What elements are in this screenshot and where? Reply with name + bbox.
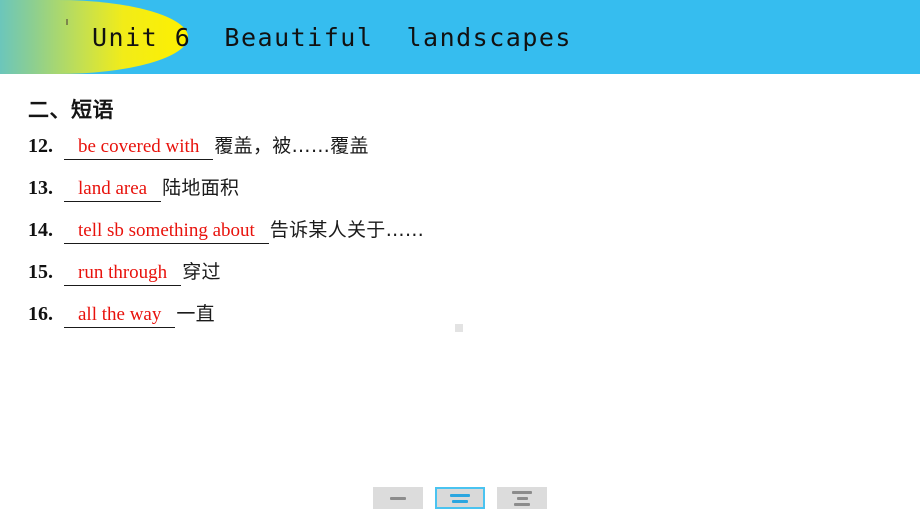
- answer-blank: tell sb something about: [64, 220, 269, 244]
- double-line-icon: [450, 493, 470, 497]
- item-meaning: 告诉某人关于……: [269, 219, 425, 241]
- list-item: 15. run through 穿过: [0, 257, 920, 299]
- page-title: Unit 6 Beautiful landscapes: [92, 22, 572, 52]
- item-meaning: 陆地面积: [162, 177, 240, 199]
- item-number: 14.: [28, 219, 53, 241]
- answer-blank: all the way: [64, 304, 176, 328]
- view-two-lines-button[interactable]: [435, 487, 485, 509]
- answer-blank: land area: [64, 178, 162, 202]
- slide-body: 二、短语 12. be covered with 覆盖，被……覆盖 13. la…: [0, 74, 920, 518]
- phrase-list: 12. be covered with 覆盖，被……覆盖 13. land ar…: [0, 131, 920, 341]
- header-tick-mark: [66, 19, 68, 25]
- triple-line-icon: [514, 502, 530, 506]
- item-number: 16.: [28, 303, 53, 325]
- item-number: 15.: [28, 261, 53, 283]
- answer-blank: run through: [64, 262, 182, 286]
- view-mode-toolbar: [373, 487, 547, 509]
- triple-line-icon: [516, 496, 528, 500]
- single-line-icon: [390, 496, 406, 500]
- item-meaning: 穿过: [182, 261, 221, 283]
- stray-artifact-mark: [455, 324, 463, 332]
- item-number: 12.: [28, 135, 53, 157]
- list-item: 14. tell sb something about 告诉某人关于……: [0, 215, 920, 257]
- double-line-icon: [452, 499, 468, 503]
- slide-header: Unit 6 Beautiful landscapes: [0, 0, 920, 74]
- triple-line-icon: [512, 490, 532, 494]
- list-item: 12. be covered with 覆盖，被……覆盖: [0, 131, 920, 173]
- answer-blank: be covered with: [64, 136, 214, 160]
- view-one-line-button[interactable]: [373, 487, 423, 509]
- item-meaning: 一直: [176, 303, 215, 325]
- list-item: 16. all the way 一直: [0, 299, 920, 341]
- list-item: 13. land area 陆地面积: [0, 173, 920, 215]
- section-heading: 二、短语: [28, 98, 114, 122]
- view-three-lines-button[interactable]: [497, 487, 547, 509]
- item-number: 13.: [28, 177, 53, 199]
- item-meaning: 覆盖，被……覆盖: [214, 135, 369, 157]
